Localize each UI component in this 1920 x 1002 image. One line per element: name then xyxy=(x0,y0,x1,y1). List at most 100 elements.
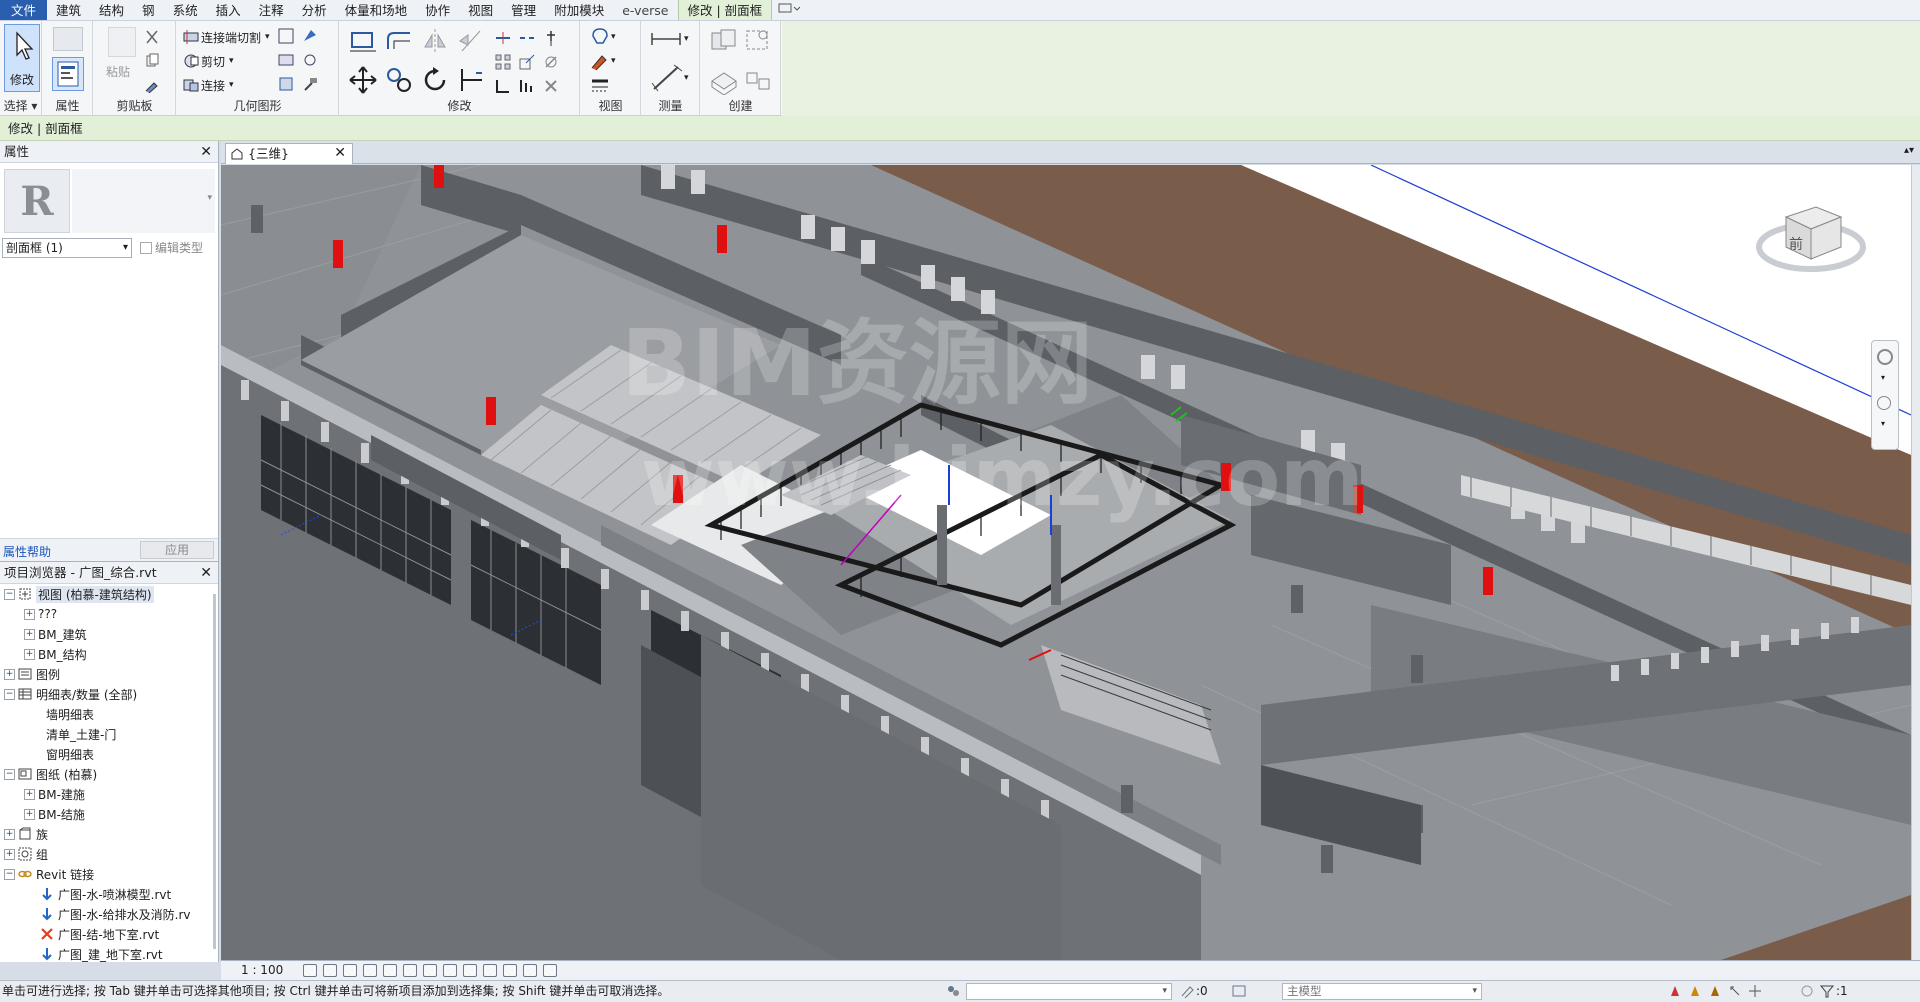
tree-node-views[interactable]: − 视图 (柏慕-建筑结构) xyxy=(4,584,154,604)
unpin-icon[interactable] xyxy=(542,53,560,71)
trim-extend-icon[interactable] xyxy=(456,65,486,95)
tree-node-bm-structure[interactable]: + BM_结构 xyxy=(24,644,87,664)
tab-steel[interactable]: 钢 xyxy=(133,0,164,20)
rotate-icon[interactable] xyxy=(420,65,450,95)
constraints-icon[interactable] xyxy=(543,964,557,977)
tree-node-sheets[interactable]: − 图纸 (柏慕) xyxy=(4,764,97,784)
detail-level-icon[interactable] xyxy=(303,964,317,977)
tab-systems[interactable]: 系统 xyxy=(164,0,207,20)
lock-view-icon[interactable] xyxy=(443,964,457,977)
copy-element-icon[interactable] xyxy=(384,65,414,95)
model-dropdown[interactable]: 主模型 ▾ xyxy=(1282,983,1482,1000)
tab-analyze[interactable]: 分析 xyxy=(293,0,336,20)
ribbon-toggle-icon[interactable] xyxy=(772,0,806,20)
workset-dropdown[interactable]: ▾ xyxy=(966,983,1172,1000)
type-properties-icon[interactable] xyxy=(53,27,83,51)
properties-button[interactable] xyxy=(52,57,84,91)
close-icon[interactable]: ✕ xyxy=(200,141,212,163)
paint-icon[interactable] xyxy=(301,27,319,45)
apply-button[interactable]: 应用 xyxy=(140,541,214,559)
tab-manage[interactable]: 管理 xyxy=(502,0,545,20)
crop-view-icon[interactable] xyxy=(403,964,417,977)
trim-multiple-icon[interactable] xyxy=(518,77,536,95)
remove-paint-icon[interactable] xyxy=(277,75,295,93)
select-pinned-icon[interactable] xyxy=(1708,984,1722,998)
scale-icon[interactable] xyxy=(518,53,536,71)
render-icon[interactable] xyxy=(383,964,397,977)
linework-icon[interactable] xyxy=(589,75,611,95)
tab-file[interactable]: 文件 xyxy=(0,0,48,20)
tree-node-window-schedule[interactable]: 窗明细表 xyxy=(46,744,94,764)
move-icon[interactable] xyxy=(348,65,378,95)
trim-single-icon[interactable] xyxy=(494,77,512,95)
aligned-dimension-icon[interactable]: ▾ xyxy=(650,63,689,93)
cut-icon[interactable] xyxy=(144,29,160,45)
tree-node-bm-architecture[interactable]: + BM_建筑 xyxy=(24,624,87,644)
join-button[interactable]: 连接 ▾ xyxy=(181,75,234,95)
demolish-icon[interactable] xyxy=(301,51,319,69)
design-options-icon[interactable] xyxy=(1232,984,1246,998)
paste-icon[interactable] xyxy=(108,27,136,57)
split-face-icon[interactable] xyxy=(277,51,295,69)
tree-node-link-arch-basement[interactable]: 广图_建_地下室.rvt xyxy=(40,944,163,964)
tree-node-link-plumbing[interactable]: 广图-水-给排水及消防.rv xyxy=(40,904,191,924)
tree-node-schedules[interactable]: − 明细表/数量 (全部) xyxy=(4,684,137,704)
tab-insert[interactable]: 插入 xyxy=(207,0,250,20)
array-icon[interactable] xyxy=(494,53,512,71)
worksets-icon[interactable] xyxy=(946,984,960,998)
type-selector[interactable]: ▾ xyxy=(72,169,215,233)
tab-everse[interactable]: e-verse xyxy=(613,0,677,20)
instance-selector[interactable]: 剖面框 (1) ▾ xyxy=(2,238,132,258)
view-scale[interactable]: 1 : 100 xyxy=(241,963,283,977)
tab-annotate[interactable]: 注释 xyxy=(250,0,293,20)
filter-icon[interactable] xyxy=(1819,984,1835,998)
create-assembly-icon[interactable] xyxy=(743,67,773,95)
analysis-display-icon[interactable] xyxy=(503,964,517,977)
properties-help-link[interactable]: 属性帮助 xyxy=(3,543,51,560)
tree-node-groups[interactable]: + 组 xyxy=(4,844,48,864)
temp-hide-icon[interactable] xyxy=(463,964,477,977)
drag-elements-icon[interactable] xyxy=(1748,984,1762,998)
shadows-icon[interactable] xyxy=(363,964,377,977)
zoom-icon[interactable] xyxy=(1877,396,1891,410)
cut-geometry-button[interactable]: 剪切 ▾ xyxy=(181,51,234,71)
tree-node-wall-schedule[interactable]: 墙明细表 xyxy=(46,704,94,724)
create-similar-icon[interactable] xyxy=(743,27,773,55)
select-panel-title[interactable]: 选择 ▾ xyxy=(0,97,41,114)
tab-3d-view[interactable]: {三维} ✕ xyxy=(225,143,353,164)
select-underlay-icon[interactable] xyxy=(1688,984,1702,998)
cope-button[interactable]: 连接端切割 ▾ xyxy=(181,27,270,47)
offset-icon[interactable] xyxy=(384,27,414,55)
mirror-axis-icon[interactable] xyxy=(420,27,450,55)
reveal-hidden-icon[interactable] xyxy=(483,964,497,977)
chevron-down-icon[interactable]: ▾ xyxy=(1881,373,1885,382)
tree-node-bm-struct-sheets[interactable]: + BM-结施 xyxy=(24,804,85,824)
split-element-icon[interactable] xyxy=(494,29,512,47)
create-group-icon[interactable] xyxy=(709,67,739,95)
delete-icon[interactable] xyxy=(542,77,560,95)
editing-requests-icon[interactable] xyxy=(1180,984,1194,999)
modify-button[interactable]: 修改 xyxy=(4,24,40,92)
tree-node-door-list[interactable]: 清单_土建-门 xyxy=(46,724,116,744)
tab-architecture[interactable]: 建筑 xyxy=(47,0,90,20)
split-gap-icon[interactable] xyxy=(518,29,536,47)
tab-modify-section-box[interactable]: 修改 | 剖面框 xyxy=(677,0,773,20)
tree-node-revit-links[interactable]: − Revit 链接 xyxy=(4,864,94,884)
tab-menu-icon[interactable]: ▴▾ xyxy=(1904,145,1914,156)
copy-icon[interactable] xyxy=(144,53,160,69)
sun-path-icon[interactable] xyxy=(343,964,357,977)
wall-joins-icon[interactable] xyxy=(277,27,295,45)
select-by-face-icon[interactable] xyxy=(1728,984,1742,998)
viewcube[interactable]: 前 xyxy=(1751,177,1871,287)
tree-node-link-sprinkler[interactable]: 广图-水-喷淋模型.rvt xyxy=(40,884,171,904)
viewport-scrollbar[interactable] xyxy=(1911,165,1920,960)
browser-scrollbar[interactable] xyxy=(213,594,216,949)
tree-node-link-struct-basement[interactable]: 广图-结-地下室.rvt xyxy=(40,924,159,944)
tree-node-families[interactable]: + 族 xyxy=(4,824,48,844)
tab-view[interactable]: 视图 xyxy=(459,0,502,20)
select-links-icon[interactable] xyxy=(1668,984,1682,998)
close-icon[interactable]: ✕ xyxy=(334,144,346,163)
tree-node-bm-arch-sheets[interactable]: + BM-建施 xyxy=(24,784,85,804)
tree-node-legends[interactable]: + 图例 xyxy=(4,664,60,684)
measure-between-icon[interactable]: ▾ xyxy=(650,27,689,51)
